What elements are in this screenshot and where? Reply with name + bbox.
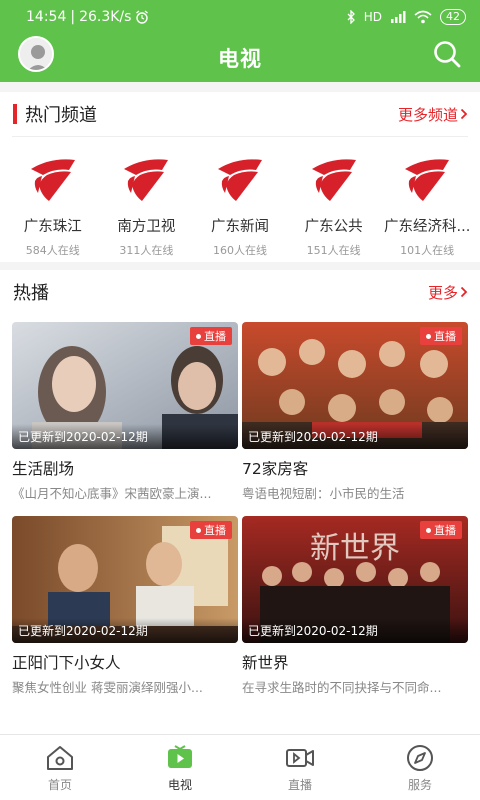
nav-home-label: 首页: [47, 777, 72, 792]
gdtv-logo-icon: [124, 159, 169, 201]
user-avatar-icon: [20, 38, 52, 70]
nav-tv-label: 电视: [167, 777, 192, 792]
search-icon[interactable]: [432, 39, 462, 69]
status-right: HD 42: [346, 9, 466, 25]
show-card[interactable]: 新世界 直播 已更新到2020-02-12期 新世界 在寻求生路时的不同抉择与不…: [242, 516, 468, 696]
channel-online-count: 160人在线: [212, 244, 267, 257]
live-badge: 直播: [420, 521, 462, 539]
status-left: 14:54 | 26.3K/s: [26, 9, 149, 25]
channel-online-count: 311人在线: [119, 244, 174, 257]
channel-item[interactable]: 广东公共 151人在线: [289, 155, 379, 258]
show-thumbnail[interactable]: 新世界 直播 已更新到2020-02-12期: [242, 516, 468, 643]
channel-item[interactable]: 广东经济科... 101人在线: [382, 155, 472, 258]
bluetooth-icon: [347, 10, 355, 24]
show-description: 聚焦女性创业 蒋雯丽演绎刚强小...: [12, 680, 203, 695]
home-icon: [47, 745, 73, 770]
more-shows-link[interactable]: 更多: [428, 282, 468, 303]
show-description: 粤语电视短剧：小市民的生活: [242, 486, 405, 501]
channel-online-count: 151人在线: [306, 244, 361, 257]
wifi-icon: [414, 10, 432, 24]
status-separator: |: [70, 9, 76, 25]
channel-name: 广东新闻: [210, 219, 269, 235]
nav-live-label: 直播: [287, 777, 312, 792]
chevron-right-icon: [460, 108, 468, 120]
hot-shows-title: 热播: [13, 283, 49, 304]
live-dot-icon: [426, 333, 431, 339]
gdtv-logo-icon: [30, 159, 75, 201]
show-card[interactable]: 直播 已更新到2020-02-12期 72家房客 粤语电视短剧：小市民的生活: [242, 322, 468, 502]
chevron-right-icon: [460, 286, 468, 298]
bottom-nav: 首页 电视 直播 服务: [0, 734, 480, 800]
hot-shows-section: 热播 更多 直播 已更新到2020-02-12期 生活剧场 《山月不知心底事》宋…: [0, 270, 480, 790]
channel-name: 南方卫视: [117, 219, 176, 235]
live-badge-label: 直播: [204, 524, 226, 537]
app-screen: 14:54 | 26.3K/s HD 42 电视 热门频道 更多频道 广东珠江 …: [0, 0, 480, 800]
more-channels-label: 更多频道: [397, 105, 458, 124]
show-description: 《山月不知心底事》宋茜欧豪上演...: [12, 486, 212, 501]
hot-channels-section: 热门频道 更多频道 广东珠江 584人在线 南方卫视 311人在线 广东新闻 1…: [0, 92, 480, 262]
compass-icon: [407, 744, 433, 771]
battery-indicator: 42: [440, 9, 466, 25]
gdtv-logo-icon: [311, 159, 356, 201]
show-card[interactable]: 直播 已更新到2020-02-12期 正阳门下小女人 聚焦女性创业 蒋雯丽演绎刚…: [12, 516, 238, 696]
channel-list: 广东珠江 584人在线 南方卫视 311人在线 广东新闻 160人在线 广东公共…: [0, 137, 480, 258]
live-badge-label: 直播: [204, 330, 226, 343]
more-shows-label: 更多: [427, 283, 458, 302]
gdtv-logo-icon: [405, 159, 450, 201]
channel-item[interactable]: 南方卫视 311人在线: [101, 155, 191, 258]
hot-channels-title: 热门频道: [25, 105, 97, 126]
poster-title-text: 新世界: [310, 531, 400, 566]
show-description: 在寻求生路时的不同抉择与不同命...: [242, 680, 442, 695]
live-badge-label: 直播: [434, 524, 456, 537]
tv-icon: [168, 744, 192, 768]
live-badge: 直播: [190, 327, 232, 345]
channel-item[interactable]: 广东珠江 584人在线: [8, 155, 98, 258]
show-card[interactable]: 直播 已更新到2020-02-12期 生活剧场 《山月不知心底事》宋茜欧豪上演.…: [12, 322, 238, 502]
live-dot-icon: [196, 333, 201, 339]
status-speed: 26.3K/s: [79, 9, 132, 25]
channel-name: 广东珠江: [23, 219, 82, 235]
update-info: 已更新到2020-02-12期: [242, 618, 468, 643]
nav-service[interactable]: 服务: [360, 735, 480, 800]
update-info: 已更新到2020-02-12期: [12, 424, 238, 449]
nav-home[interactable]: 首页: [0, 735, 120, 800]
channel-item[interactable]: 广东新闻 160人在线: [195, 155, 285, 258]
page-title: 电视: [218, 47, 262, 71]
more-channels-link[interactable]: 更多频道: [398, 104, 468, 125]
show-title: 72家房客: [242, 460, 309, 478]
live-camera-icon: [286, 748, 314, 767]
title-bar: 电视: [0, 34, 480, 82]
nav-live[interactable]: 直播: [240, 735, 360, 800]
live-dot-icon: [196, 527, 201, 533]
gdtv-logo-icon: [217, 159, 262, 201]
hot-channels-header: 热门频道 更多频道: [0, 92, 480, 136]
status-time: 14:54: [26, 9, 67, 25]
section-accent-bar: [13, 104, 17, 124]
show-title: 新世界: [242, 654, 289, 672]
show-thumbnail[interactable]: 直播 已更新到2020-02-12期: [242, 322, 468, 449]
show-thumbnail[interactable]: 直播 已更新到2020-02-12期: [12, 322, 238, 449]
status-bar: 14:54 | 26.3K/s HD 42: [0, 0, 480, 34]
channel-name: 广东经济科...: [384, 219, 471, 235]
alarm-icon: [136, 10, 149, 24]
update-info: 已更新到2020-02-12期: [12, 618, 238, 643]
signal-bars-icon: [391, 11, 406, 23]
live-badge-label: 直播: [434, 330, 456, 343]
channel-name: 广东公共: [304, 219, 363, 235]
live-badge: 直播: [420, 327, 462, 345]
nav-service-label: 服务: [407, 777, 432, 792]
live-badge: 直播: [190, 521, 232, 539]
show-thumbnail[interactable]: 直播 已更新到2020-02-12期: [12, 516, 238, 643]
avatar[interactable]: [18, 36, 54, 72]
channel-online-count: 101人在线: [400, 244, 455, 257]
hot-shows-header: 热播 更多: [0, 270, 480, 314]
channel-online-count: 584人在线: [25, 244, 80, 257]
show-title: 生活剧场: [12, 460, 75, 478]
header: 14:54 | 26.3K/s HD 42 电视: [0, 0, 480, 82]
update-info: 已更新到2020-02-12期: [242, 424, 468, 449]
live-dot-icon: [426, 527, 431, 533]
show-title: 正阳门下小女人: [12, 654, 121, 672]
signal-label: HD: [363, 10, 382, 24]
nav-tv[interactable]: 电视: [120, 735, 240, 800]
